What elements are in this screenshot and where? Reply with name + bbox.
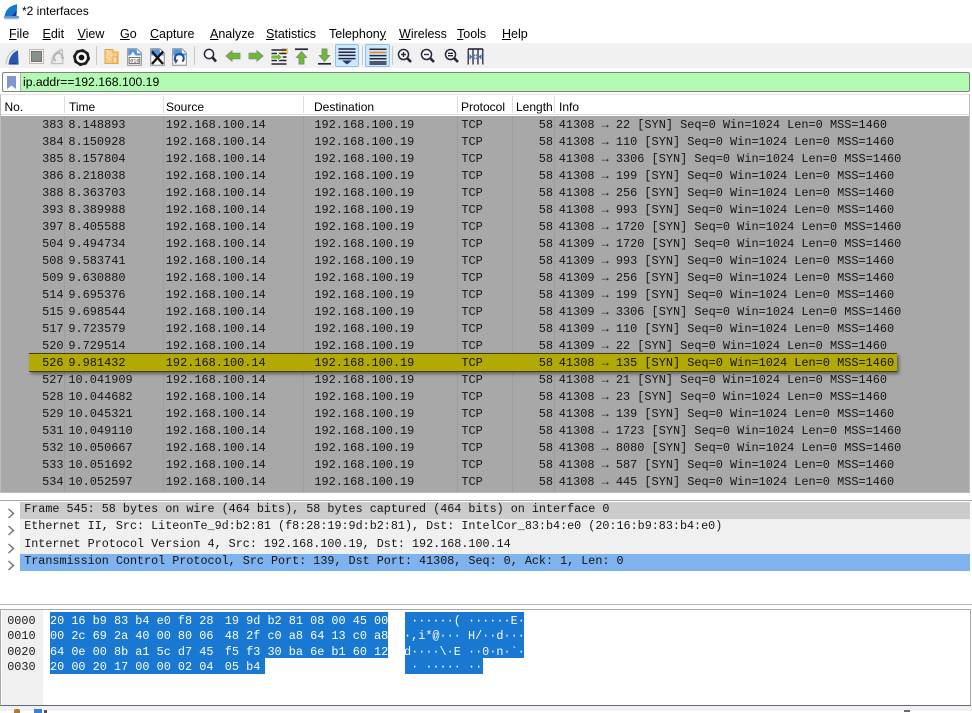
svg-text:010: 010	[130, 58, 139, 64]
